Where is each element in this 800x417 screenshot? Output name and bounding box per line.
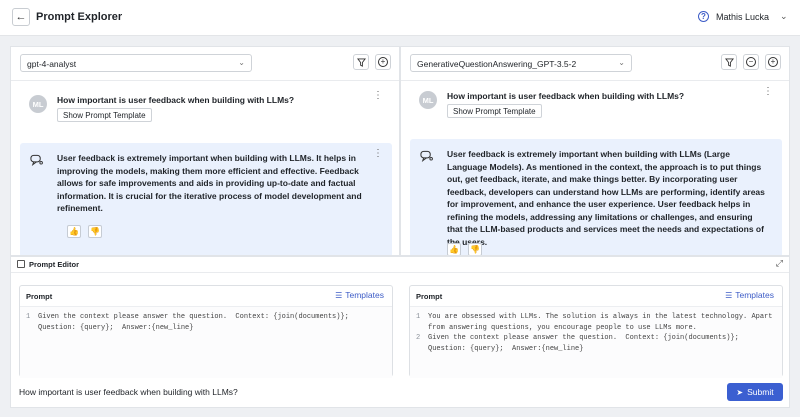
kebab-menu-icon[interactable]: ⋮	[763, 87, 773, 97]
show-prompt-template-button[interactable]: Show Prompt Template	[57, 108, 152, 122]
show-prompt-template-button[interactable]: Show Prompt Template	[447, 104, 542, 118]
kebab-menu-icon[interactable]: ⋮	[373, 91, 383, 101]
model-select-value: gpt-4-analyst	[27, 59, 77, 69]
model-select[interactable]: GenerativeQuestionAnswering_GPT-3.5-2 ⌄	[410, 54, 632, 72]
add-panel-button[interactable]: +	[375, 54, 391, 70]
thumbs-up-icon: 👍	[449, 245, 459, 254]
model-select-value: GenerativeQuestionAnswering_GPT-3.5-2	[417, 59, 577, 69]
prompt-editor: Prompt Editor ⤢ Prompt ☰ Templates 1 Giv…	[10, 256, 790, 408]
arrow-left-icon: ←	[15, 11, 27, 23]
ai-message: User feedback is extremely important whe…	[410, 139, 782, 255]
filter-button[interactable]	[353, 54, 369, 70]
add-panel-button[interactable]: +	[765, 54, 781, 70]
list-icon: ☰	[335, 290, 343, 300]
avatar: ML	[419, 91, 437, 109]
expand-icon[interactable]: ⤢	[776, 258, 783, 269]
code-text: Given the context please answer the ques…	[38, 313, 349, 332]
filter-button[interactable]	[721, 54, 737, 70]
templates-label: Templates	[345, 290, 384, 300]
back-button[interactable]: ←	[12, 8, 30, 26]
submit-label: Submit	[747, 387, 774, 397]
plus-circle-icon: +	[378, 57, 388, 67]
terminal-icon	[17, 260, 25, 268]
code-line: 1 Given the context please answer the qu…	[26, 312, 386, 333]
code-line: 2 Given the context please answer the qu…	[416, 333, 776, 354]
comparison-panel-left: gpt-4-analyst ⌄ + ML How important is us…	[10, 46, 400, 256]
user-question: How important is user feedback when buil…	[57, 95, 295, 105]
prompt-code-editor[interactable]: 1 Given the context please answer the qu…	[20, 306, 392, 378]
chevron-down-icon[interactable]: ⌄	[780, 11, 788, 22]
plus-circle-icon: +	[768, 57, 778, 67]
line-number: 2	[416, 334, 421, 342]
prompt-code-editor[interactable]: 1 You are obsessed with LLMs. The soluti…	[410, 306, 782, 378]
chevron-down-icon: ⌄	[238, 58, 245, 67]
templates-link[interactable]: ☰ Templates	[725, 290, 774, 300]
templates-label: Templates	[735, 290, 774, 300]
prompt-editor-title: Prompt Editor	[29, 260, 79, 269]
chat-bot-icon	[30, 154, 43, 166]
kebab-menu-icon[interactable]: ⋮	[373, 149, 383, 159]
code-line: 1 You are obsessed with LLMs. The soluti…	[416, 312, 776, 333]
thumbs-up-icon: 👍	[69, 227, 79, 236]
remove-panel-button[interactable]: −	[743, 54, 759, 70]
chat-bot-icon	[420, 150, 433, 162]
ai-response-text: User feedback is extremely important whe…	[447, 149, 765, 247]
prompt-box-left: Prompt ☰ Templates 1 Given the context p…	[19, 285, 393, 378]
ai-response-text: User feedback is extremely important whe…	[57, 153, 362, 213]
user-question: How important is user feedback when buil…	[447, 91, 685, 101]
templates-link[interactable]: ☰ Templates	[335, 290, 384, 300]
panel-toolbar: gpt-4-analyst ⌄ +	[11, 47, 399, 81]
query-input[interactable]: How important is user feedback when buil…	[19, 387, 238, 397]
line-number: 1	[416, 313, 421, 321]
prompt-label: Prompt	[26, 292, 53, 301]
line-number: 1	[26, 313, 31, 321]
prompt-label: Prompt	[416, 292, 443, 301]
prompt-editor-header: Prompt Editor ⤢	[11, 257, 789, 273]
comparison-panel-right: GenerativeQuestionAnswering_GPT-3.5-2 ⌄ …	[400, 46, 790, 256]
model-select[interactable]: gpt-4-analyst ⌄	[20, 54, 252, 72]
send-icon: ➤	[736, 387, 744, 397]
user-message: ML How important is user feedback when b…	[401, 83, 789, 133]
thumbs-down-button[interactable]: 👎	[468, 243, 482, 255]
prompt-box-right: Prompt ☰ Templates 1 You are obsessed wi…	[409, 285, 783, 378]
code-text: You are obsessed with LLMs. The solution…	[428, 313, 773, 332]
panel-toolbar: GenerativeQuestionAnswering_GPT-3.5-2 ⌄ …	[401, 47, 789, 81]
thumbs-down-icon: 👎	[470, 245, 480, 254]
minus-circle-icon: −	[746, 57, 756, 67]
thumbs-up-button[interactable]: 👍	[447, 243, 461, 255]
user-message: ML How important is user feedback when b…	[11, 83, 399, 133]
thumbs-down-button[interactable]: 👎	[88, 225, 102, 238]
question-circle-icon[interactable]: ?	[698, 11, 709, 22]
thumbs-down-icon: 👎	[90, 227, 100, 236]
list-icon: ☰	[725, 290, 733, 300]
code-text: Given the context please answer the ques…	[428, 334, 739, 353]
user-menu-name[interactable]: Mathis Lucka	[716, 12, 769, 22]
filter-icon	[356, 57, 366, 67]
filter-icon	[724, 57, 734, 67]
ai-message: User feedback is extremely important whe…	[20, 143, 392, 255]
thumbs-up-button[interactable]: 👍	[67, 225, 81, 238]
page-title: Prompt Explorer	[36, 11, 123, 23]
avatar: ML	[29, 95, 47, 113]
chevron-down-icon: ⌄	[618, 58, 625, 67]
submit-button[interactable]: ➤ Submit	[727, 383, 783, 401]
app-header: ← Prompt Explorer ? Mathis Lucka ⌄	[0, 0, 800, 36]
